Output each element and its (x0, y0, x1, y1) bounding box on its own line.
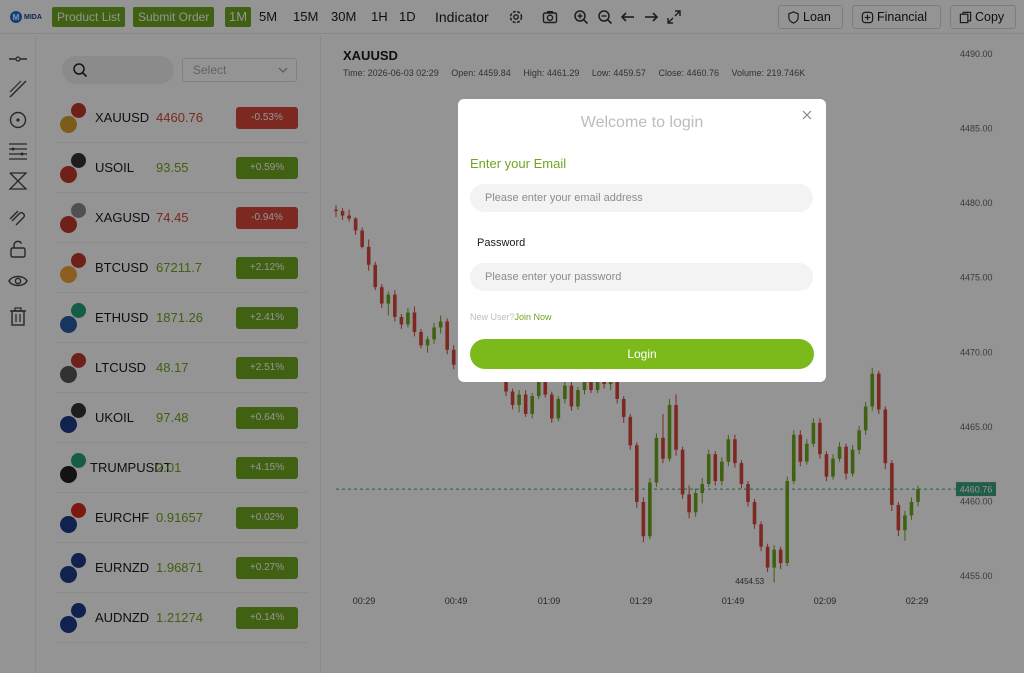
password-label: Password (477, 237, 526, 249)
join-now-link[interactable]: Join Now (515, 312, 552, 322)
email-label: Enter your Email (470, 156, 567, 171)
email-field[interactable] (470, 184, 813, 212)
login-modal-title: Welcome to login (580, 114, 704, 131)
close-icon[interactable] (802, 110, 812, 120)
password-field[interactable] (470, 263, 813, 291)
new-user-prompt: New User?Join Now (470, 312, 552, 322)
login-button[interactable]: Login (470, 339, 814, 369)
login-modal: Welcome to login Enter your Email Passwo… (458, 99, 826, 382)
new-user-text: New User? (470, 312, 515, 322)
